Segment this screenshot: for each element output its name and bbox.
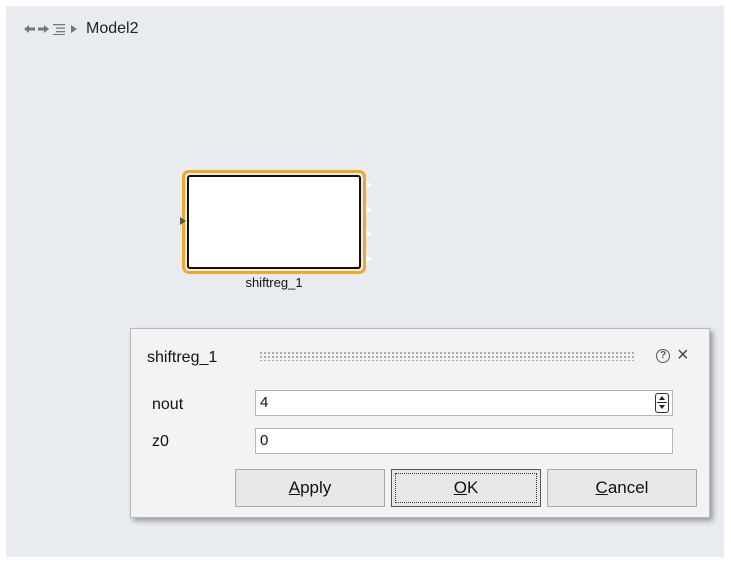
cancel-label: ancel (607, 478, 649, 497)
z0-input[interactable]: 0 (255, 428, 673, 454)
spin-buttons[interactable] (655, 393, 669, 413)
dialog-title: shiftreg_1 (147, 349, 218, 366)
chevron-right-icon (68, 22, 79, 36)
param-label-nout: nout (152, 396, 184, 413)
output-port-4[interactable] (365, 254, 372, 264)
drag-handle[interactable] (259, 351, 634, 361)
output-port-2[interactable] (365, 205, 372, 215)
spin-down-icon[interactable] (659, 405, 665, 409)
breadcrumb-model-name[interactable]: Model2 (86, 20, 138, 38)
focus-ring (395, 473, 537, 503)
cancel-button[interactable]: Cancel (547, 469, 697, 507)
apply-mnemonic: A (288, 478, 301, 497)
nout-value: 4 (260, 394, 269, 411)
input-port[interactable] (180, 217, 186, 225)
shiftreg-block[interactable] (182, 170, 366, 274)
ok-button[interactable]: OK (391, 469, 541, 507)
help-icon[interactable]: ? (656, 349, 670, 363)
block-label[interactable]: shiftreg_1 (182, 275, 366, 290)
close-icon[interactable]: × (677, 344, 689, 366)
spin-up-icon[interactable] (659, 396, 665, 400)
output-port-1[interactable] (365, 180, 372, 190)
block-parameters-dialog: shiftreg_1 ? × nout 4 z0 0 Apply OK Canc… (130, 328, 710, 518)
breadcrumb: Model2 (24, 18, 138, 40)
output-port-3[interactable] (365, 229, 372, 239)
hierarchy-list-icon[interactable] (52, 22, 65, 36)
block-body[interactable] (187, 175, 361, 269)
arrow-left-icon[interactable] (24, 22, 35, 36)
param-label-z0: z0 (152, 433, 169, 450)
nout-stepper[interactable]: 4 (255, 390, 673, 416)
apply-label: pply (300, 478, 332, 497)
z0-value: 0 (260, 432, 269, 449)
apply-button[interactable]: Apply (235, 469, 385, 507)
arrow-right-icon[interactable] (38, 22, 49, 36)
cancel-mnemonic: C (595, 478, 608, 497)
